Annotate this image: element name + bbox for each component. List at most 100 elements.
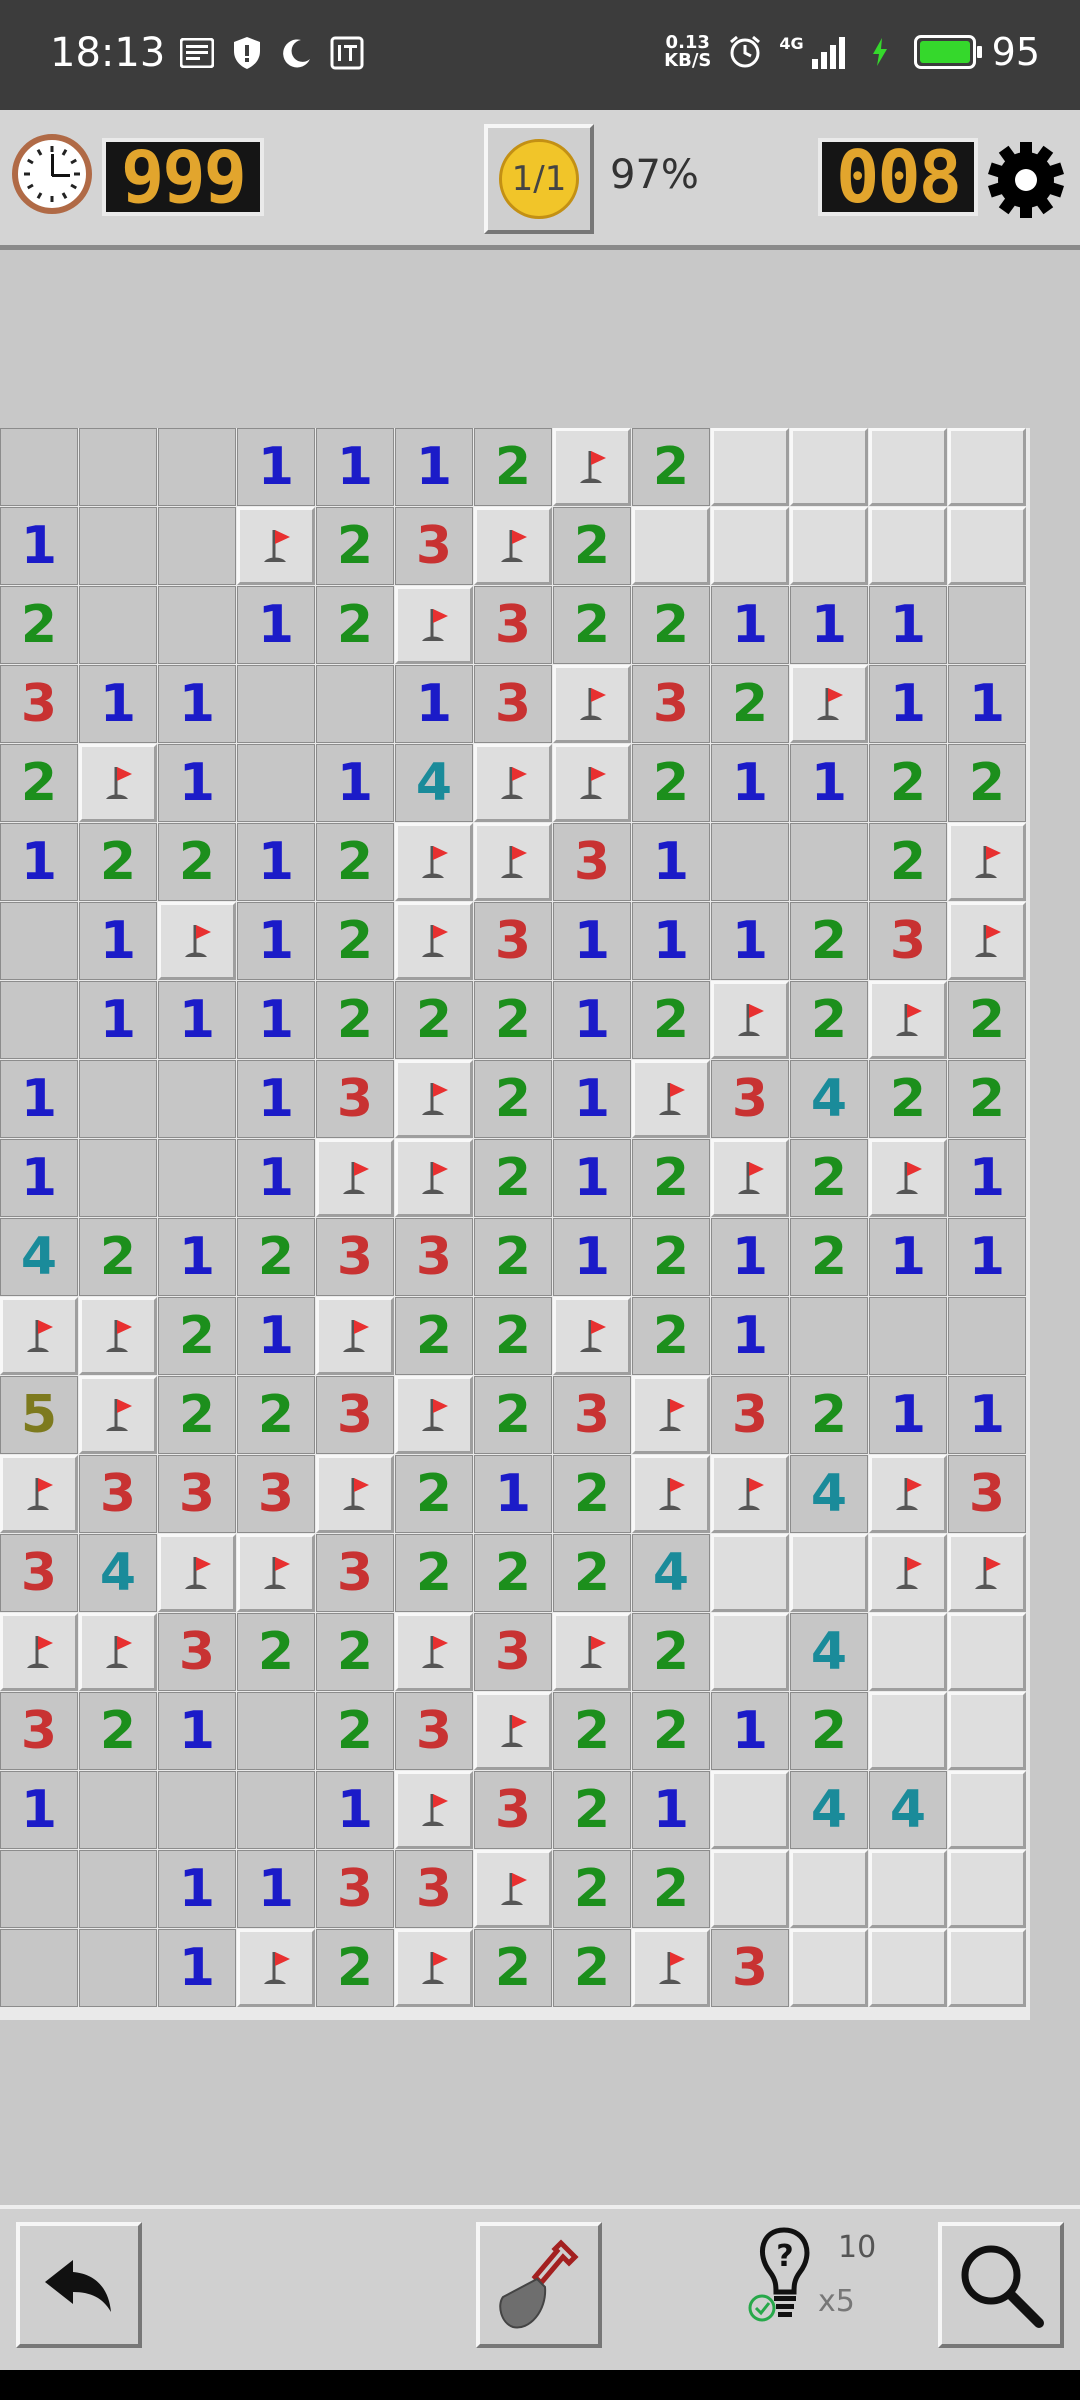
revealed-cell[interactable]: 1 — [158, 665, 236, 743]
revealed-cell[interactable]: 2 — [316, 902, 394, 980]
revealed-cell[interactable]: 1 — [237, 823, 315, 901]
revealed-cell[interactable]: 3 — [158, 1613, 236, 1691]
revealed-cell[interactable]: 2 — [316, 1692, 394, 1770]
revealed-cell[interactable]: 2 — [553, 1455, 631, 1533]
revealed-cell[interactable]: 2 — [632, 1850, 710, 1928]
revealed-cell[interactable]: 1 — [158, 1218, 236, 1296]
revealed-cell[interactable]: 4 — [790, 1771, 868, 1849]
flagged-cell[interactable] — [395, 1771, 473, 1849]
revealed-cell[interactable]: 1 — [869, 665, 947, 743]
revealed-cell[interactable]: 2 — [395, 1297, 473, 1375]
revealed-cell[interactable]: 4 — [869, 1771, 947, 1849]
revealed-cell[interactable]: 2 — [79, 1218, 157, 1296]
revealed-cell[interactable] — [790, 823, 868, 901]
revealed-cell[interactable]: 4 — [790, 1613, 868, 1691]
revealed-cell[interactable]: 1 — [553, 1060, 631, 1138]
flagged-cell[interactable] — [395, 1060, 473, 1138]
flagged-cell[interactable] — [632, 1455, 710, 1533]
revealed-cell[interactable]: 2 — [316, 1613, 394, 1691]
revealed-cell[interactable] — [0, 428, 78, 506]
revealed-cell[interactable]: 2 — [474, 1534, 552, 1612]
flagged-cell[interactable] — [869, 981, 947, 1059]
revealed-cell[interactable]: 1 — [711, 1692, 789, 1770]
revealed-cell[interactable] — [0, 1929, 78, 2007]
revealed-cell[interactable] — [158, 1139, 236, 1217]
revealed-cell[interactable]: 1 — [0, 1139, 78, 1217]
revealed-cell[interactable]: 1 — [711, 1218, 789, 1296]
revealed-cell[interactable]: 1 — [79, 981, 157, 1059]
revealed-cell[interactable]: 3 — [553, 823, 631, 901]
revealed-cell[interactable] — [237, 744, 315, 822]
flagged-cell[interactable] — [79, 744, 157, 822]
revealed-cell[interactable]: 1 — [632, 823, 710, 901]
revealed-cell[interactable]: 2 — [474, 1060, 552, 1138]
revealed-cell[interactable]: 2 — [158, 1297, 236, 1375]
revealed-cell[interactable]: 1 — [948, 1218, 1026, 1296]
revealed-cell[interactable]: 1 — [79, 665, 157, 743]
revealed-cell[interactable]: 2 — [869, 1060, 947, 1138]
revealed-cell[interactable]: 1 — [632, 902, 710, 980]
revealed-cell[interactable]: 2 — [790, 1218, 868, 1296]
covered-cell[interactable] — [790, 428, 868, 506]
revealed-cell[interactable] — [79, 1771, 157, 1849]
dig-mode-button[interactable] — [476, 2222, 602, 2348]
covered-cell[interactable] — [869, 1613, 947, 1691]
revealed-cell[interactable]: 1 — [158, 1850, 236, 1928]
revealed-cell[interactable]: 2 — [553, 1771, 631, 1849]
revealed-cell[interactable]: 3 — [395, 1850, 473, 1928]
revealed-cell[interactable]: 3 — [316, 1850, 394, 1928]
revealed-cell[interactable]: 4 — [79, 1534, 157, 1612]
revealed-cell[interactable]: 4 — [395, 744, 473, 822]
flagged-cell[interactable] — [474, 744, 552, 822]
flagged-cell[interactable] — [948, 1534, 1026, 1612]
revealed-cell[interactable]: 1 — [553, 1139, 631, 1217]
covered-cell[interactable] — [948, 1771, 1026, 1849]
revealed-cell[interactable]: 2 — [395, 981, 473, 1059]
covered-cell[interactable] — [632, 507, 710, 585]
revealed-cell[interactable]: 1 — [316, 428, 394, 506]
flagged-cell[interactable] — [237, 1534, 315, 1612]
revealed-cell[interactable]: 2 — [474, 428, 552, 506]
covered-cell[interactable] — [869, 428, 947, 506]
revealed-cell[interactable] — [158, 1060, 236, 1138]
revealed-cell[interactable]: 2 — [869, 744, 947, 822]
revealed-cell[interactable]: 3 — [316, 1534, 394, 1612]
covered-cell[interactable] — [869, 1692, 947, 1770]
flagged-cell[interactable] — [79, 1297, 157, 1375]
revealed-cell[interactable]: 1 — [0, 1060, 78, 1138]
flagged-cell[interactable] — [553, 1613, 631, 1691]
revealed-cell[interactable]: 1 — [0, 823, 78, 901]
covered-cell[interactable] — [948, 1850, 1026, 1928]
revealed-cell[interactable] — [158, 586, 236, 664]
flagged-cell[interactable] — [711, 981, 789, 1059]
revealed-cell[interactable]: 2 — [0, 744, 78, 822]
flagged-cell[interactable] — [474, 507, 552, 585]
revealed-cell[interactable]: 1 — [158, 981, 236, 1059]
revealed-cell[interactable]: 2 — [790, 1376, 868, 1454]
revealed-cell[interactable]: 3 — [79, 1455, 157, 1533]
revealed-cell[interactable]: 1 — [711, 744, 789, 822]
flagged-cell[interactable] — [79, 1613, 157, 1691]
new-game-button[interactable]: 1/1 — [484, 124, 594, 234]
revealed-cell[interactable]: 1 — [632, 1771, 710, 1849]
flagged-cell[interactable] — [158, 1534, 236, 1612]
revealed-cell[interactable]: 1 — [553, 981, 631, 1059]
revealed-cell[interactable]: 2 — [79, 1692, 157, 1770]
covered-cell[interactable] — [711, 507, 789, 585]
revealed-cell[interactable] — [158, 428, 236, 506]
revealed-cell[interactable] — [948, 586, 1026, 664]
flagged-cell[interactable] — [395, 902, 473, 980]
revealed-cell[interactable]: 2 — [632, 1692, 710, 1770]
revealed-cell[interactable]: 2 — [632, 428, 710, 506]
revealed-cell[interactable] — [711, 823, 789, 901]
flagged-cell[interactable] — [0, 1297, 78, 1375]
revealed-cell[interactable]: 2 — [553, 507, 631, 585]
flagged-cell[interactable] — [632, 1376, 710, 1454]
revealed-cell[interactable]: 2 — [474, 981, 552, 1059]
revealed-cell[interactable]: 2 — [553, 586, 631, 664]
covered-cell[interactable] — [790, 1850, 868, 1928]
revealed-cell[interactable]: 3 — [316, 1376, 394, 1454]
revealed-cell[interactable] — [237, 1692, 315, 1770]
revealed-cell[interactable]: 1 — [474, 1455, 552, 1533]
flagged-cell[interactable] — [474, 823, 552, 901]
